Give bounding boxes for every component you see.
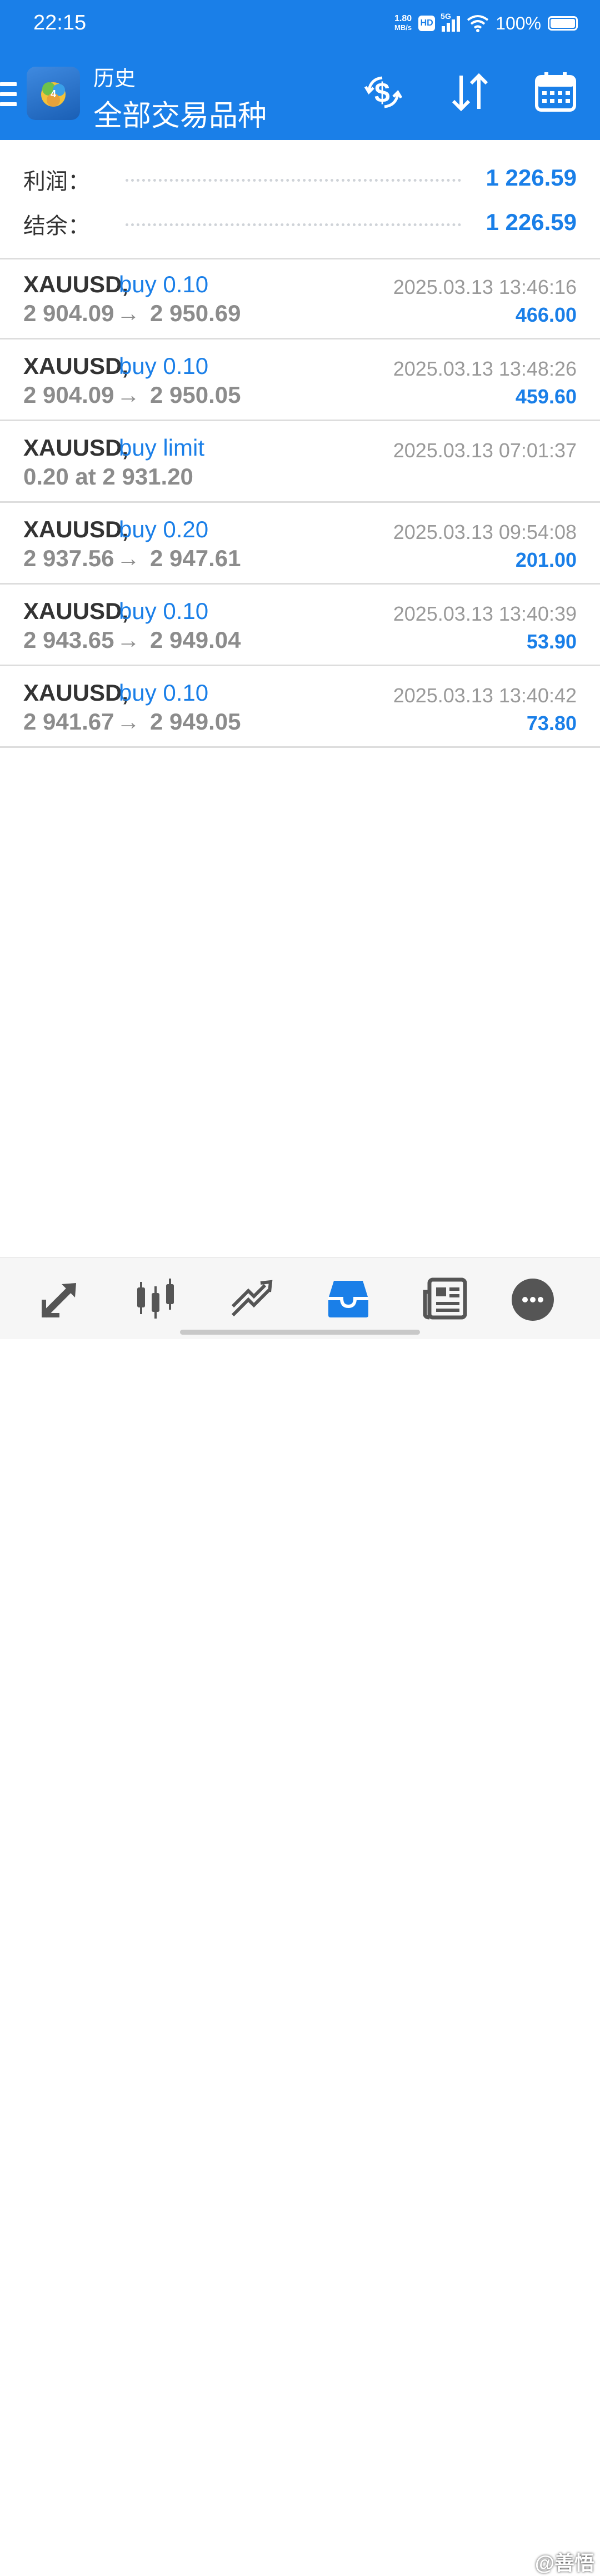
trade-profit: 53.90 — [526, 630, 577, 653]
trade-close-price: 2 950.69 — [150, 300, 241, 326]
trade-action: buy limit — [119, 435, 205, 461]
symbol-filter[interactable]: 全部交易品种 — [93, 92, 267, 134]
trade-symbol: XAUUSD, — [23, 598, 129, 624]
dotted-leader — [126, 223, 461, 226]
trade-arrow: → — [117, 300, 140, 326]
svg-text:$: $ — [374, 77, 390, 108]
trade-action: buy 0.10 — [119, 598, 209, 624]
app-logo: 4 — [27, 67, 80, 120]
trade-arrow: → — [117, 382, 140, 408]
history-icon[interactable] — [323, 1274, 373, 1324]
trade-symbol: XAUUSD, — [23, 435, 129, 461]
trade-time: 2025.03.13 07:01:37 — [393, 439, 577, 462]
trade-open-price: 2 904.09 — [23, 300, 114, 326]
trade-symbol: XAUUSD, — [23, 516, 129, 542]
bottom-nav: @善悟 — [0, 1257, 600, 2574]
trade-row[interactable]: XAUUSD, buy 0.10 2 943.65 → 2 949.04 202… — [0, 585, 600, 666]
trade-open-price: 2 904.09 — [23, 382, 114, 408]
trade-row[interactable]: XAUUSD, buy 0.10 2 904.09 → 2 950.05 202… — [0, 340, 600, 421]
summary-panel: 利润： 1 226.59 结余： 1 226.59 — [0, 140, 600, 259]
trade-open-price: 2 943.65 — [23, 627, 114, 653]
status-icons: 1.80 MB/s HD 5G 100% — [394, 10, 578, 37]
trade-profit: 73.80 — [526, 712, 577, 735]
chart-icon[interactable] — [131, 1274, 181, 1324]
trade-profit: 459.60 — [515, 385, 577, 408]
network-type: 5G — [441, 12, 451, 21]
trade-row[interactable]: XAUUSD, buy 0.10 2 904.09 → 2 950.69 202… — [0, 258, 600, 340]
trade-time: 2025.03.13 13:46:16 — [393, 276, 577, 298]
trade-symbol: XAUUSD, — [23, 680, 129, 706]
net-speed-unit: MB/s — [394, 23, 412, 32]
trade-icon[interactable] — [227, 1274, 277, 1324]
trade-action: buy 0.10 — [119, 680, 209, 706]
trade-time: 2025.03.13 13:40:39 — [393, 602, 577, 625]
trade-arrow: → — [117, 708, 140, 735]
profit-value: 1 226.59 — [486, 164, 577, 191]
trade-time: 2025.03.13 13:40:42 — [393, 684, 577, 707]
trade-action: buy 0.10 — [119, 353, 209, 379]
balance-label: 结余： — [23, 214, 90, 238]
trade-symbol: XAUUSD, — [23, 271, 129, 297]
news-icon[interactable] — [420, 1274, 470, 1324]
trade-row[interactable]: XAUUSD, buy 0.10 2 941.67 → 2 949.05 202… — [0, 666, 600, 748]
home-indicator[interactable] — [180, 1330, 420, 1335]
svg-text:4: 4 — [51, 88, 56, 99]
trade-open-price: 2 937.56 — [23, 545, 114, 571]
trade-close-price: 2 947.61 — [150, 545, 241, 571]
battery-icon — [548, 16, 578, 31]
menu-icon[interactable] — [0, 82, 17, 108]
status-bar: 22:15 1.80 MB/s HD 5G 100% — [0, 0, 600, 47]
quotes-icon[interactable] — [36, 1274, 86, 1324]
trade-symbol: XAUUSD, — [23, 353, 129, 379]
trade-close-price: 2 949.05 — [150, 708, 241, 735]
trade-open-price: 2 941.67 — [23, 708, 114, 735]
balance-row: 结余： 1 226.59 — [0, 203, 600, 242]
wifi-icon — [467, 15, 489, 32]
trade-profit: 466.00 — [515, 303, 577, 326]
currency-exchange-icon[interactable]: $ — [361, 70, 406, 114]
trade-row[interactable]: XAUUSD, buy 0.20 2 937.56 → 2 947.61 202… — [0, 503, 600, 585]
trade-arrow: → — [117, 545, 140, 571]
dotted-leader — [126, 179, 461, 182]
trade-history-list: XAUUSD, buy 0.10 2 904.09 → 2 950.69 202… — [0, 258, 600, 748]
top-bar: 22:15 1.80 MB/s HD 5G 100% 4 历史 全部交易品种 $ — [0, 0, 600, 140]
balance-value: 1 226.59 — [486, 209, 577, 235]
trade-arrow: → — [117, 627, 140, 653]
net-speed: 1.80 MB/s — [394, 14, 412, 32]
profit-label: 利润： — [23, 169, 90, 194]
sort-icon[interactable] — [448, 70, 492, 114]
watermark: @善悟 — [534, 2552, 594, 2574]
net-speed-value: 1.80 — [394, 14, 412, 23]
hd-icon: HD — [418, 16, 436, 31]
status-time: 22:15 — [33, 11, 87, 34]
profit-row: 利润： 1 226.59 — [0, 159, 600, 198]
trade-time: 2025.03.13 13:48:26 — [393, 357, 577, 380]
calendar-icon[interactable] — [533, 70, 578, 114]
trade-close-price: 2 949.04 — [150, 627, 241, 653]
trade-close-price: 2 950.05 — [150, 382, 241, 408]
trade-action: buy 0.10 — [119, 271, 209, 297]
page-title: 历史 — [93, 67, 136, 91]
trade-order-details: 0.20 at 2 931.20 — [23, 463, 193, 490]
trade-time: 2025.03.13 09:54:08 — [393, 521, 577, 543]
signal-icon: 5G — [441, 12, 461, 32]
trade-action: buy 0.20 — [119, 516, 209, 542]
app-header: 4 历史 全部交易品种 $ — [0, 56, 600, 139]
trade-profit: 201.00 — [515, 548, 577, 571]
messages-icon[interactable] — [507, 1274, 557, 1324]
trade-row[interactable]: XAUUSD, buy limit 0.20 at 2 931.20 2025.… — [0, 421, 600, 503]
battery-percent: 100% — [496, 13, 541, 33]
